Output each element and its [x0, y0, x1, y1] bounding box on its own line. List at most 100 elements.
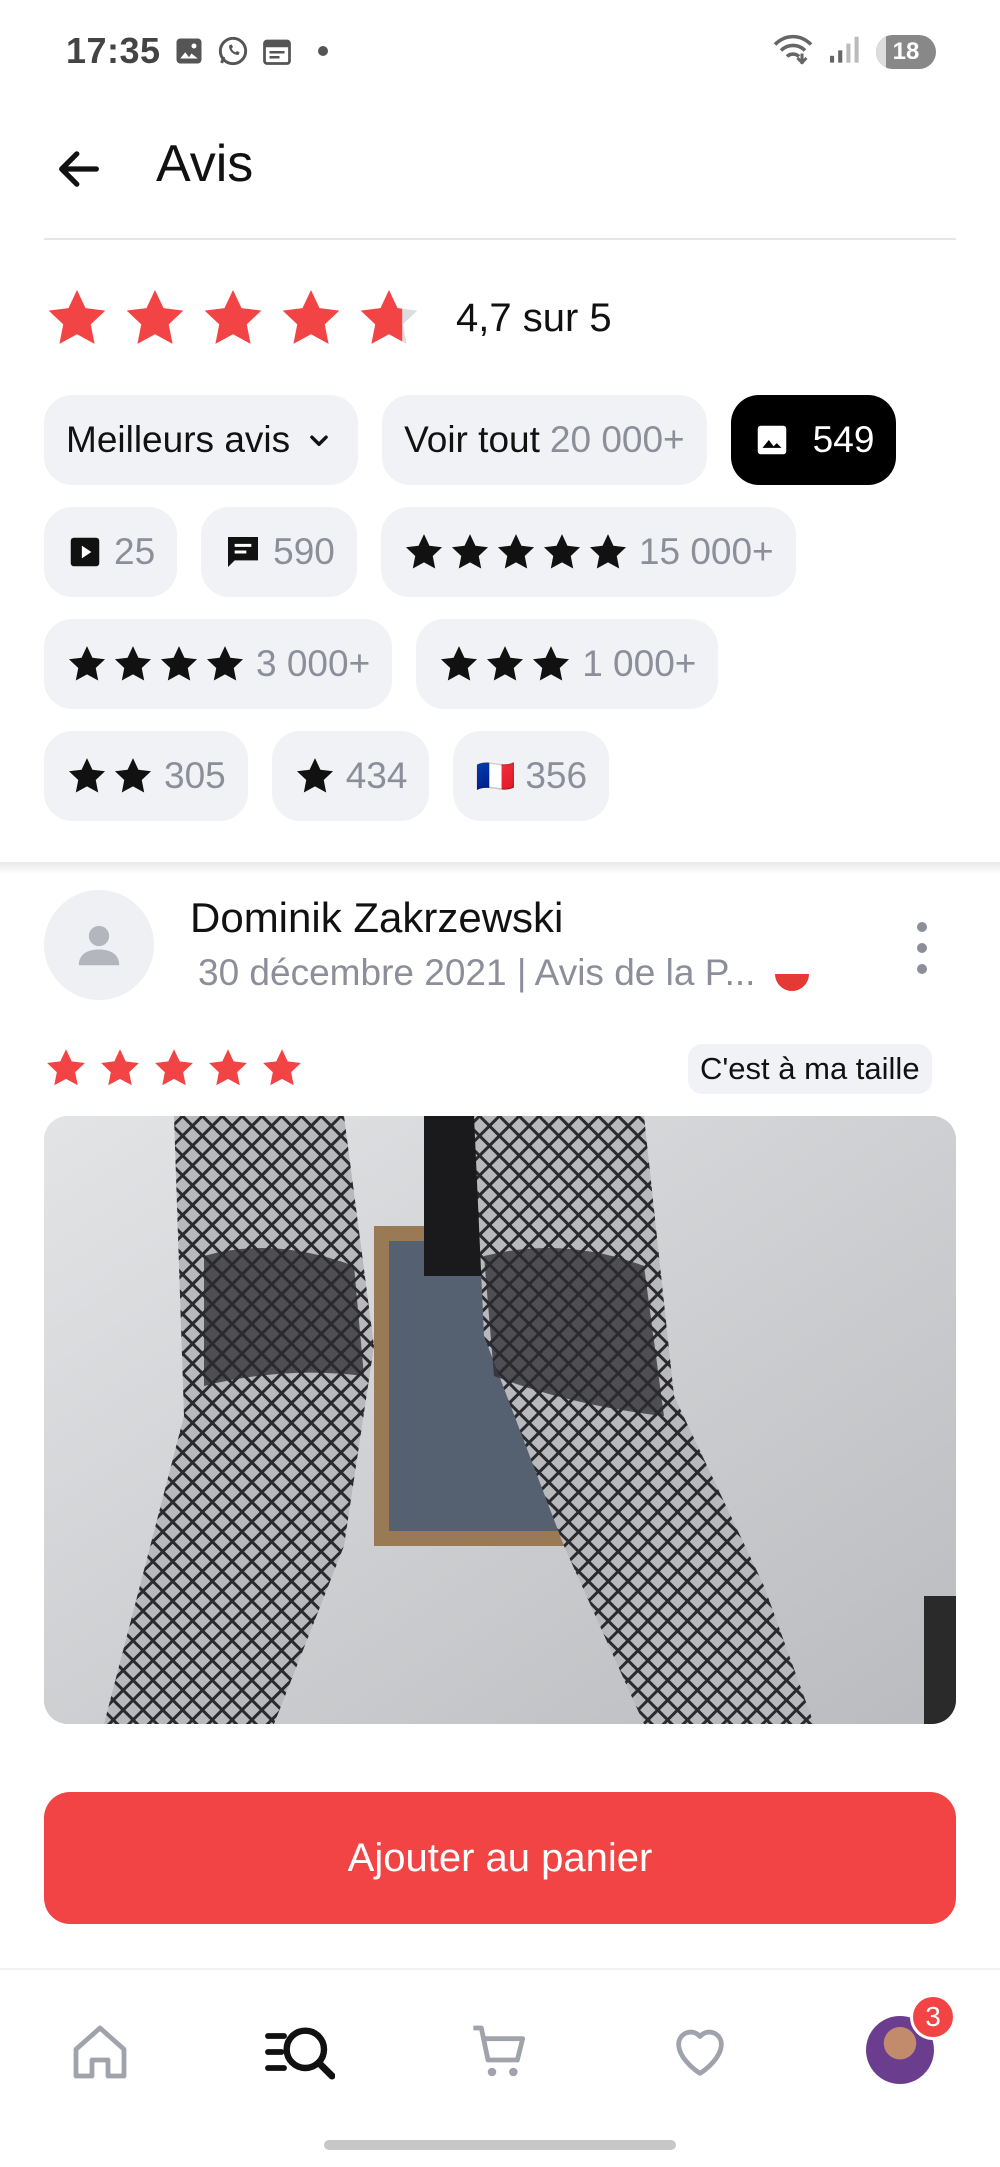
filter-3-stars[interactable]: 1 000+ [416, 619, 719, 709]
star-icon [487, 646, 524, 681]
status-time: 17:35 [66, 30, 161, 71]
profile-notification-badge: 3 [910, 1994, 956, 2040]
review-date-source: 30 décembre 2021 | Avis de la P... [198, 952, 756, 993]
image-icon [172, 34, 206, 68]
one-star-icon [294, 755, 336, 797]
four-stars-icon [66, 643, 246, 685]
dot [917, 964, 927, 974]
star-icon [68, 758, 106, 793]
star-icon [209, 1049, 247, 1086]
star-icon [48, 289, 106, 344]
nav-wishlist[interactable] [660, 2012, 740, 2092]
filter-1-star[interactable]: 434 [271, 731, 430, 821]
heart-icon [676, 2029, 724, 2076]
dot [917, 922, 927, 932]
filter-3-stars-count: 1 000+ [582, 643, 697, 684]
rating-summary: 4,7 sur 5 [44, 282, 612, 354]
back-button[interactable] [44, 134, 114, 204]
star-icon [405, 534, 442, 569]
rating-text: 4,7 sur 5 [456, 295, 612, 340]
review-meta: 30 décembre 2021 | Avis de la P... [198, 952, 810, 994]
filter-2-stars[interactable]: 305 [44, 731, 248, 821]
nav-home[interactable] [60, 2012, 140, 2092]
star-icon [155, 1049, 193, 1086]
whatsapp-icon [216, 34, 250, 68]
filter-photos[interactable]: 549 [730, 395, 897, 485]
star-icon [204, 289, 262, 344]
filter-photos-count: 549 [812, 419, 875, 460]
filter-all-label: Voir tout [404, 419, 540, 460]
header-divider [44, 238, 956, 240]
star-icon [497, 534, 534, 569]
arrow-left-icon [59, 151, 99, 187]
sort-label: Meilleurs avis [66, 419, 291, 460]
star-icon [360, 289, 418, 344]
more-options-button[interactable] [902, 916, 942, 980]
filter-country[interactable]: 🇫🇷 356 [453, 731, 610, 821]
rating-stars [44, 285, 422, 351]
sort-dropdown[interactable]: Meilleurs avis [44, 395, 359, 485]
categories-search-icon [265, 2027, 335, 2080]
review-stars [44, 1046, 304, 1090]
five-stars-icon [403, 531, 629, 573]
nav-categories[interactable] [260, 2012, 340, 2092]
filter-4-stars-count: 3 000+ [256, 643, 371, 684]
two-stars-icon [66, 755, 154, 797]
star-icon [451, 534, 488, 569]
three-stars-icon [438, 643, 572, 685]
video-icon [70, 537, 100, 567]
filter-4-stars[interactable]: 3 000+ [44, 619, 393, 709]
notification-icons [172, 34, 328, 68]
star-icon [543, 534, 580, 569]
filter-all-count: 20 000+ [549, 419, 685, 460]
star-icon [263, 1049, 301, 1086]
filter-all[interactable]: Voir tout 20 000+ [382, 395, 707, 485]
comment-icon [228, 537, 259, 567]
home-icon [73, 2025, 127, 2079]
france-flag-icon: 🇫🇷 [475, 758, 516, 794]
filter-videos[interactable]: 25 [44, 507, 178, 597]
signal-icon [828, 34, 862, 69]
filter-videos-count: 25 [114, 531, 156, 572]
star-icon [47, 1049, 85, 1086]
star-icon [296, 758, 333, 793]
star-icon [160, 646, 198, 681]
filter-1-star-count: 434 [345, 755, 408, 796]
chevron-down-icon [310, 435, 328, 446]
country-flag-icon [775, 973, 810, 991]
star-icon [126, 289, 184, 344]
home-indicator [324, 2140, 676, 2150]
review-filters: Meilleurs avis Voir tout 20 000+ 549 25 … [44, 395, 964, 843]
filter-comments-count: 590 [273, 531, 335, 572]
filter-country-count: 356 [525, 755, 588, 796]
person-icon [78, 925, 120, 966]
star-icon [441, 646, 478, 681]
reviewer-name: Dominik Zakrzewski [190, 894, 564, 941]
star-icon [114, 758, 152, 793]
review-photo-image [44, 1116, 956, 1724]
image-icon [757, 425, 786, 455]
review-photo[interactable] [44, 1116, 956, 1724]
star-icon [533, 646, 570, 681]
filter-5-stars-count: 15 000+ [638, 531, 774, 572]
nav-cart[interactable] [460, 2012, 540, 2092]
system-icons: 18 [772, 32, 936, 71]
star-icon [282, 289, 340, 344]
filter-5-stars[interactable]: 15 000+ [380, 507, 796, 597]
battery-icon: 18 [876, 34, 936, 69]
star-icon [68, 646, 106, 681]
filter-comments[interactable]: 590 [201, 507, 357, 597]
star-icon [101, 1049, 139, 1086]
add-to-cart-button[interactable]: Ajouter au panier [44, 1792, 956, 1924]
battery-level: 18 [892, 37, 920, 65]
star-icon [114, 646, 152, 681]
app-header: Avis [0, 104, 1000, 240]
reviewer-avatar [44, 890, 154, 1000]
cart-icon [473, 2025, 526, 2077]
status-bar: 17:35 18 [0, 0, 1000, 104]
dot [917, 943, 927, 953]
bottom-navigation: 3 [0, 1968, 1000, 2167]
star-icon [589, 534, 626, 569]
section-divider [0, 862, 1000, 874]
page-title: Avis [156, 135, 254, 193]
